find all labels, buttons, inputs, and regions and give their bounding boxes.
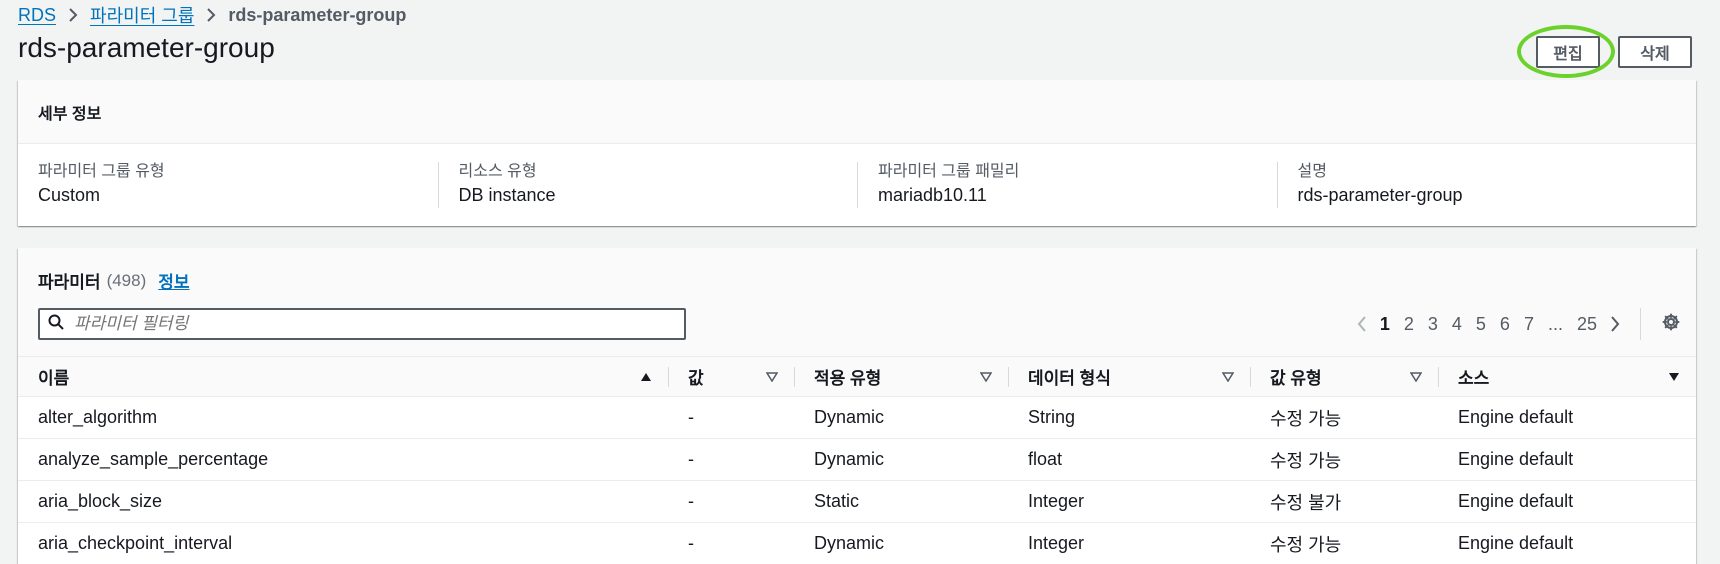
cell-value-type: 수정 가능 xyxy=(1270,534,1342,555)
column-header-data-type[interactable]: 데이터 형식 xyxy=(1008,357,1250,397)
page-button[interactable]: 2 xyxy=(1404,314,1414,335)
detail-value: rds-parameter-group xyxy=(1297,185,1463,205)
detail-label: 리소스 유형 xyxy=(458,163,537,180)
parameter-filter[interactable] xyxy=(38,308,686,340)
cell-source: Engine default xyxy=(1458,449,1574,469)
cell-value-type: 수정 불가 xyxy=(1270,492,1342,513)
gear-icon xyxy=(1662,313,1680,336)
page-button[interactable]: 1 xyxy=(1380,314,1390,335)
page-button[interactable]: 7 xyxy=(1524,314,1534,335)
detail-value: mariadb10.11 xyxy=(878,185,987,205)
cell-data-type: float xyxy=(1028,449,1063,469)
cell-name: alter_algorithm xyxy=(38,407,158,427)
sort-icon[interactable] xyxy=(1409,367,1423,387)
table-settings-button[interactable] xyxy=(1640,308,1680,340)
page-button[interactable]: 3 xyxy=(1428,314,1438,335)
cell-apply-type: Dynamic xyxy=(814,449,885,469)
cell-value: - xyxy=(688,491,694,511)
cell-name: aria_checkpoint_interval xyxy=(38,533,233,553)
column-label: 이름 xyxy=(38,369,70,388)
cell-source: Engine default xyxy=(1458,491,1574,511)
cell-name: aria_block_size xyxy=(38,491,163,511)
breadcrumb: RDS 파라미터 그룹 rds-parameter-group xyxy=(18,3,406,27)
cell-apply-type: Dynamic xyxy=(814,407,885,427)
previous-page-icon[interactable] xyxy=(1357,316,1367,332)
cell-data-type: Integer xyxy=(1028,491,1085,511)
detail-label: 설명 xyxy=(1297,163,1327,180)
breadcrumb-parameter-groups-link[interactable]: 파라미터 그룹 xyxy=(90,2,194,28)
sort-icon[interactable] xyxy=(1221,367,1235,387)
detail-description: 설명 rds-parameter-group xyxy=(1276,162,1697,208)
chevron-right-icon xyxy=(68,8,78,22)
edit-button[interactable]: 편집 xyxy=(1536,36,1600,68)
search-icon xyxy=(48,314,64,335)
parameter-filter-input[interactable] xyxy=(74,314,654,334)
table-row[interactable]: aria_checkpoint_interval - Dynamic Integ… xyxy=(18,522,1696,564)
column-header-apply-type[interactable]: 적용 유형 xyxy=(794,357,1008,397)
parameters-panel: 파라미터 (498) 정보 1 2 3 4 5 6 7 ... 25 xyxy=(18,248,1696,564)
detail-parameter-group-family: 파라미터 그룹 패밀리 mariadb10.11 xyxy=(857,162,1277,208)
column-header-source[interactable]: 소스 xyxy=(1438,357,1696,397)
cell-apply-type: Dynamic xyxy=(814,533,885,553)
column-label: 값 xyxy=(688,369,704,388)
details-panel: 세부 정보 파라미터 그룹 유형 Custom 리소스 유형 DB instan… xyxy=(18,80,1696,226)
column-label: 소스 xyxy=(1458,369,1490,388)
details-header: 세부 정보 xyxy=(18,80,1696,144)
column-label: 적용 유형 xyxy=(814,369,882,388)
page-ellipsis: ... xyxy=(1547,313,1563,334)
page-button[interactable]: 5 xyxy=(1476,314,1486,335)
breadcrumb-rds-link[interactable]: RDS xyxy=(18,5,56,26)
parameters-count: (498) xyxy=(106,270,147,290)
details-grid: 파라미터 그룹 유형 Custom 리소스 유형 DB instance 파라미… xyxy=(18,144,1696,208)
page-button[interactable]: 6 xyxy=(1500,314,1510,335)
cell-source: Engine default xyxy=(1458,407,1574,427)
table-row[interactable]: analyze_sample_percentage - Dynamic floa… xyxy=(18,438,1696,481)
detail-resource-type: 리소스 유형 DB instance xyxy=(437,162,858,208)
table-row[interactable]: aria_block_size - Static Integer 수정 불가 E… xyxy=(18,480,1696,523)
parameters-title: 파라미터 xyxy=(38,273,101,292)
detail-label: 파라미터 그룹 유형 xyxy=(38,163,165,180)
cell-value: - xyxy=(688,407,694,427)
cell-source: Engine default xyxy=(1458,533,1574,553)
breadcrumb-current: rds-parameter-group xyxy=(228,4,407,25)
detail-value: DB instance xyxy=(458,185,556,205)
parameters-header: 파라미터 (498) 정보 xyxy=(38,268,190,293)
cell-value-type: 수정 가능 xyxy=(1270,408,1342,429)
pagination: 1 2 3 4 5 6 7 ... 25 xyxy=(1351,310,1626,338)
page-title: rds-parameter-group xyxy=(18,32,275,63)
cell-value: - xyxy=(688,533,694,553)
cell-value: - xyxy=(688,449,694,469)
sort-icon[interactable] xyxy=(765,367,779,387)
cell-apply-type: Static xyxy=(814,491,860,511)
column-label: 데이터 형식 xyxy=(1028,369,1111,388)
column-header-name[interactable]: 이름 xyxy=(18,357,668,397)
delete-button[interactable]: 삭제 xyxy=(1618,36,1692,68)
table-header-row: 이름 값 적용 유형 데이터 형식 값 유형 소스 xyxy=(18,356,1696,397)
column-label: 값 유형 xyxy=(1270,369,1322,388)
sort-ascending-icon[interactable] xyxy=(640,367,652,387)
detail-label: 파라미터 그룹 패밀리 xyxy=(878,163,1020,180)
cell-data-type: String xyxy=(1028,407,1076,427)
sort-descending-icon[interactable] xyxy=(1668,367,1680,387)
chevron-right-icon xyxy=(206,8,216,22)
cell-data-type: Integer xyxy=(1028,533,1085,553)
info-link[interactable]: 정보 xyxy=(158,268,189,293)
cell-value-type: 수정 가능 xyxy=(1270,450,1342,471)
page-button[interactable]: 25 xyxy=(1577,314,1597,335)
detail-parameter-group-type: 파라미터 그룹 유형 Custom xyxy=(18,162,438,208)
table-row[interactable]: alter_algorithm - Dynamic String 수정 가능 E… xyxy=(18,396,1696,439)
column-header-value-type[interactable]: 값 유형 xyxy=(1250,357,1438,397)
parameters-table: 이름 값 적용 유형 데이터 형식 값 유형 소스 alter_algorith… xyxy=(18,356,1696,564)
cell-name: analyze_sample_percentage xyxy=(38,449,269,469)
sort-icon[interactable] xyxy=(979,367,993,387)
next-page-icon[interactable] xyxy=(1610,316,1620,332)
column-header-value[interactable]: 값 xyxy=(668,357,794,397)
page-button[interactable]: 4 xyxy=(1452,314,1462,335)
detail-value: Custom xyxy=(38,185,101,205)
